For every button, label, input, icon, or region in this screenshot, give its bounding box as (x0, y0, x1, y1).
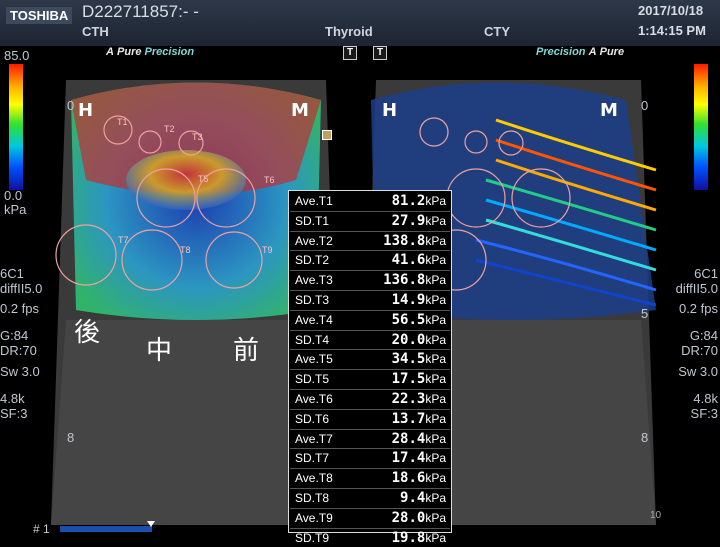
measurement-row: Ave.T7 28.4kPa (290, 430, 450, 450)
elasticity-color-scale-right (694, 64, 708, 190)
measurement-row: SD.T3 14.9kPa (290, 291, 450, 311)
body-mark-icon (322, 130, 332, 140)
measurement-row: SD.T2 41.6kPa (290, 251, 450, 272)
roi-label-t1: T1 (117, 117, 128, 127)
right-h-marker: H (382, 100, 398, 121)
measurement-value: 18.6kPa (391, 470, 446, 487)
scale-min: 0.0 (4, 188, 23, 203)
measurement-label: SD.T4 (295, 332, 330, 347)
measurement-label: SD.T2 (295, 253, 330, 268)
measurement-row: Ave.T8 18.6kPa (290, 469, 450, 489)
measurement-label: Ave.T1 (295, 194, 333, 208)
right-m-marker: M (600, 100, 618, 121)
measurement-label: SD.T1 (295, 213, 330, 228)
roi-label-t5: T5 (198, 174, 209, 184)
depth-top-left: 0 (67, 98, 75, 113)
measurement-label: SD.T9 (295, 530, 330, 545)
region-middle-label: 中 (146, 336, 173, 366)
brand-logo: TOSHIBA (6, 7, 73, 24)
measurement-row: Ave.T6 22.3kPa (290, 390, 450, 410)
measurement-row: SD.T6 13.7kPa (290, 410, 450, 430)
measurement-row: SD.T1 27.9kPa (290, 212, 450, 232)
measurement-label: SD.T6 (295, 411, 330, 426)
roi-label-t9: T9 (262, 245, 273, 255)
measurement-row: SD.T7 17.4kPa (290, 449, 450, 470)
measurement-label: Ave.T6 (295, 391, 333, 406)
measurement-row: Ave.T3 136.8kPa (290, 271, 450, 291)
measurement-value: 14.9kPa (391, 291, 446, 308)
measurement-value: 136.8kPa (383, 272, 446, 289)
measurement-label: SD.T5 (295, 372, 330, 387)
measurement-label: SD.T8 (295, 490, 330, 505)
depth-mid-right: 5 (641, 306, 649, 321)
measurement-value: 13.7kPa (391, 410, 446, 427)
roi-label-t3: T3 (192, 132, 203, 142)
transducer-badge-right: T (373, 46, 387, 60)
measurement-row: Ave.T1 81.2kPa (290, 192, 450, 212)
measurement-label: SD.T3 (295, 292, 330, 307)
measurement-row: Ave.T2 138.8kPa (290, 232, 450, 252)
measurement-label: Ave.T3 (295, 273, 333, 288)
measurement-label: Ave.T8 (295, 471, 333, 486)
measurement-value: 138.8kPa (383, 232, 446, 249)
left-mode-label: A Pure Precision (106, 46, 195, 58)
depth-bottom-right: 8 (641, 430, 649, 445)
preset-right-label: CTY (484, 24, 510, 39)
measurement-row: Ave.T9 28.0kPa (290, 509, 450, 529)
scale-max: 85.0 (4, 48, 30, 63)
measurement-value: 19.8kPa (391, 529, 446, 546)
measurement-row: SD.T5 17.5kPa (290, 370, 450, 390)
measurement-value: 20.0kPa (391, 331, 446, 348)
region-back-label: 後 (74, 318, 101, 348)
measurement-row: Ave.T5 34.5kPa (290, 350, 450, 371)
measurement-table: Ave.T1 81.2kPa SD.T1 27.9kPa Ave.T2 138.8kPa S… (288, 190, 452, 546)
roi-label-t8: T8 (180, 245, 191, 255)
measurement-value: 17.4kPa (391, 450, 446, 467)
left-params: 6C1 diffII5.0 0.2 fps G:84 DR:70 Sw 3.0 … (0, 266, 43, 421)
region-front-label: 前 (233, 336, 260, 366)
preset-left-label: CTH (82, 24, 109, 39)
measurement-value: 56.5kPa (391, 311, 446, 328)
measurement-value: 9.4kPa (400, 489, 446, 506)
left-h-marker: H (78, 100, 94, 121)
measurement-row: Ave.T4 56.5kPa (290, 311, 450, 331)
measurement-label: Ave.T5 (295, 352, 333, 367)
right-mode-label: Precision A Pure (536, 46, 625, 58)
exam-type-label: Thyroid (325, 24, 373, 39)
roi-label-t6: T6 (264, 175, 275, 185)
measurement-row: SD.T8 9.4kPa (290, 489, 450, 509)
patient-id: D222711857:- - (82, 2, 199, 21)
measurement-value: 28.4kPa (391, 430, 446, 447)
cine-progress-bar[interactable] (60, 526, 152, 532)
roi-label-t7: T7 (118, 235, 129, 245)
cine-marker-icon[interactable] (147, 521, 155, 527)
exam-date: 2017/10/18 (638, 3, 704, 18)
measurement-value: 28.0kPa (391, 509, 446, 526)
depth-top-right: 0 (641, 98, 649, 113)
right-params: 6C1 diffII5.0 0.2 fps G:84 DR:70 Sw 3.0 … (675, 266, 718, 421)
transducer-badge-left: T (343, 46, 357, 60)
measurement-label: Ave.T2 (295, 233, 333, 248)
measurement-row: SD.T4 20.0kPa (290, 331, 450, 351)
measurement-label: SD.T7 (295, 451, 330, 466)
roi-label-t2: T2 (164, 124, 175, 134)
depth-bottom-left: 8 (67, 430, 75, 445)
measurement-value: 41.6kPa (391, 252, 446, 269)
measurement-row: SD.T9 19.8kPa (290, 529, 450, 547)
measurement-label: Ave.T4 (295, 312, 333, 327)
page-number: 10 (650, 510, 662, 521)
left-m-marker: M (291, 100, 309, 121)
measurement-label: Ave.T7 (295, 431, 333, 446)
measurement-value: 27.9kPa (391, 212, 446, 229)
exam-time: 1:14:15 PM (638, 23, 706, 38)
elasticity-color-scale (9, 64, 23, 190)
scale-unit: kPa (4, 202, 27, 217)
measurement-value: 81.2kPa (391, 193, 446, 209)
measurement-value: 22.3kPa (391, 390, 446, 407)
measurement-label: Ave.T9 (295, 510, 333, 525)
measurement-value: 17.5kPa (391, 371, 446, 388)
measurement-value: 34.5kPa (391, 351, 446, 368)
frame-number: # 1 (33, 522, 50, 536)
